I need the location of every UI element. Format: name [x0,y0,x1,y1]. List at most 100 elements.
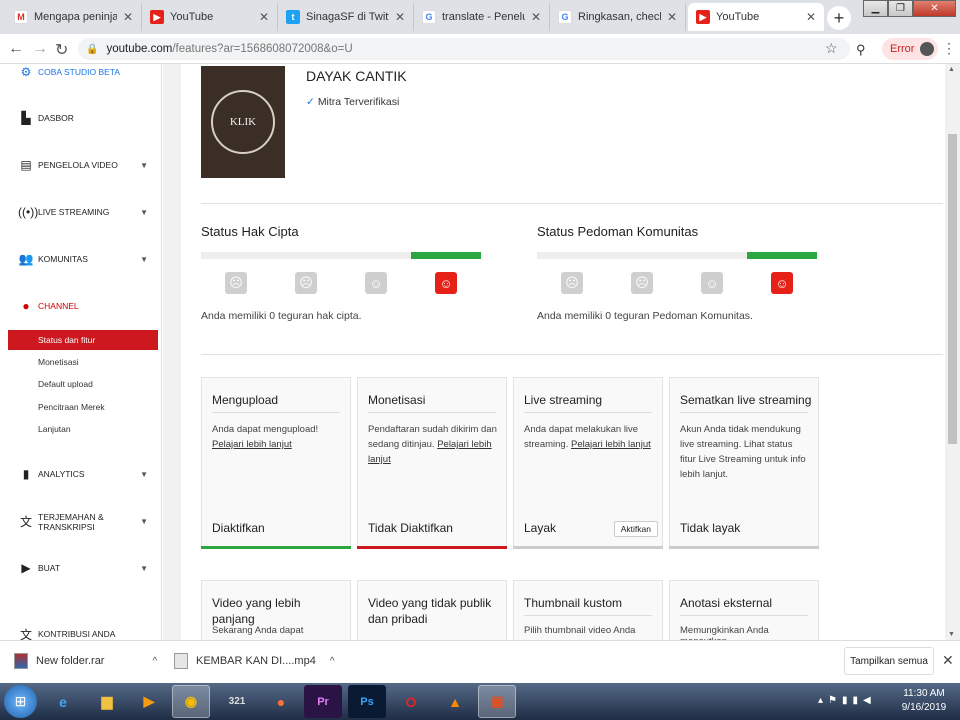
sidebar-sub-monetisasi[interactable]: Monetisasi [8,352,158,372]
scroll-down-icon[interactable]: ▼ [948,631,955,638]
download-item[interactable]: New folder.rar ^ [14,653,157,669]
card-desc-text: Anda dapat mengupload! [212,424,319,435]
ie-taskbar-icon[interactable]: e [44,685,82,718]
feature-card-sematkan-live: Sematkan live streaming Akun Anda tidak … [669,377,819,549]
happy-face-icon: ☺ [435,272,457,294]
meter-segment-active [747,252,817,259]
sidebar-item-coba-studio[interactable]: ⚙ COBA STUDIO BETA [0,64,161,82]
tab-twitter[interactable]: t SinagaSF di Twitter: "@T ✕ [278,3,414,31]
card-desc: Pendaftaran sudah dikirim dan sedang dit… [368,422,498,467]
close-icon[interactable]: ✕ [667,10,677,24]
extension-icon[interactable]: ⚲ [856,42,866,58]
card-desc: Sekarang Anda dapat [212,625,304,636]
sidebar-item-dasbor[interactable]: ▙ DASBOR [0,108,161,128]
close-icon[interactable]: ✕ [531,10,541,24]
window-controls: ▁ ❐ ✕ [863,0,956,18]
show-all-downloads-button[interactable]: Tampilkan semua [844,647,934,675]
twitter-icon: t [286,10,300,24]
sidebar-item-live-streaming[interactable]: ((•)) LIVE STREAMING ▼ [0,202,161,222]
meter-segment-active [411,252,481,259]
youtube-icon: ▶ [150,10,164,24]
sidebar-item-kontribusi[interactable]: 文 KONTRIBUSI ANDA [0,624,161,641]
reload-icon[interactable]: ↻ [55,40,68,60]
sidebar-item-analytics[interactable]: ▮ ANALYTICS ▼ [0,464,161,484]
clock-date: 9/16/2019 [901,702,947,713]
sidebar-sub-status-dan-fitur[interactable]: Status dan fitur [8,330,158,350]
forward-icon[interactable]: → [32,40,48,58]
close-icon[interactable]: ✕ [806,10,816,24]
chevron-up-icon[interactable]: ^ [152,656,157,667]
learn-more-link[interactable]: Pelajari lebih lanjut [571,439,651,450]
neutral-face-icon: ☹ [295,272,317,294]
chevron-up-icon[interactable]: ^ [330,656,335,667]
sidebar-item-komunitas[interactable]: 👥 KOMUNITAS ▼ [0,249,161,269]
close-icon[interactable]: ✕ [123,10,133,24]
sidebar-sub-pencitraan-merek[interactable]: Pencitraan Merek [8,397,158,417]
media-classic-taskbar-icon[interactable]: 321 [218,685,256,718]
tab-youtube-1[interactable]: ▶ YouTube ✕ [142,3,278,31]
neutral-face-icon: ☹ [631,272,653,294]
status-bar-red [357,546,507,549]
firefox-taskbar-icon[interactable]: ● [262,685,300,718]
sidebar-item-buat[interactable]: ▶ BUAT ▼ [0,558,161,578]
lock-icon: 🔒 [86,43,99,55]
studio-sidebar: ⚙ COBA STUDIO BETA ▙ DASBOR ▤ PENGELOLA … [0,64,162,640]
menu-kebab-icon[interactable]: ⋮ [942,40,956,57]
back-icon[interactable]: ← [8,40,24,58]
feature-card-video-tidak-publik: Video yang tidak publik dan pribadi [357,580,507,640]
minimize-button[interactable]: ▁ [863,0,888,17]
verified-badge: ✓ Mitra Terverifikasi [306,96,399,108]
browser-tab-bar: M Mengapa peninjauan ch ✕ ▶ YouTube ✕ t … [0,0,960,34]
feature-card-monetisasi: Monetisasi Pendaftaran sudah dikirim dan… [357,377,507,549]
sidebar-item-channel[interactable]: ● CHANNEL [0,296,161,316]
tab-google-ringkasan[interactable]: G Ringkasan, checklist peri ✕ [550,3,686,31]
sidebar-item-label: BUAT [38,563,61,573]
scroll-thumb[interactable] [948,134,957,444]
card-desc: Pilih thumbnail video Anda [524,625,636,636]
explorer-taskbar-icon[interactable]: ▆ [88,685,126,718]
chrome-taskbar-icon[interactable]: ◉ [172,685,210,718]
neutral-face-icon: ☺ [365,272,387,294]
youtube-icon: ▶ [696,10,710,24]
close-icon[interactable]: ✕ [259,10,269,24]
scroll-up-icon[interactable]: ▲ [948,66,955,73]
powerpoint-taskbar-icon[interactable]: ▣ [478,685,516,718]
live-icon: ((•)) [18,205,39,219]
meter-segment [537,252,607,259]
sidebar-item-terjemahan[interactable]: 文 TERJEMAHAN & TRANSKRIPSI ▼ [0,508,161,536]
start-button[interactable]: ⊞ [4,685,37,718]
media-player-taskbar-icon[interactable]: ▶ [130,685,168,718]
premiere-taskbar-icon[interactable]: Pr [304,685,342,718]
new-tab-button[interactable]: + [827,6,851,30]
rar-file-icon [14,653,28,669]
bookmark-star-icon[interactable]: ☆ [825,40,838,57]
close-icon[interactable]: ✕ [395,10,405,24]
taskbar-clock[interactable]: 11:30 AM 9/16/2019 [896,687,952,715]
vlc-taskbar-icon[interactable]: ▲ [436,685,474,718]
sidebar-item-label: KOMUNITAS [38,254,88,264]
photoshop-taskbar-icon[interactable]: Ps [348,685,386,718]
sidebar-item-pengelola-video[interactable]: ▤ PENGELOLA VIDEO ▼ [0,155,161,175]
download-item[interactable]: KEMBAR KAN DI....mp4 ^ [174,653,335,669]
profile-error-button[interactable]: Error [882,38,939,60]
activate-button[interactable]: Aktifkan [613,521,658,537]
window-close-button[interactable]: ✕ [913,0,956,17]
system-tray[interactable]: ▴⚑▮▮◀ [818,695,876,706]
sad-face-icon: ☹ [561,272,583,294]
maximize-button[interactable]: ❐ [888,0,913,17]
tab-title: translate - Penelusuran G [442,11,525,23]
feature-card-video-panjang: Video yang lebih panjang Sekarang Anda d… [201,580,351,640]
url-field[interactable]: 🔒 youtube.com/features?ar=1568608072008&… [78,38,850,60]
contribution-icon: 文 [19,627,32,641]
opera-taskbar-icon[interactable]: O [392,685,430,718]
sidebar-sub-lanjutan[interactable]: Lanjutan [8,419,158,439]
tab-youtube-active[interactable]: ▶ YouTube ✕ [688,3,824,31]
close-download-bar-icon[interactable]: ✕ [942,652,954,669]
chevron-down-icon: ▼ [140,517,148,526]
tab-google-translate[interactable]: G translate - Penelusuran G ✕ [414,3,550,31]
page-scrollbar[interactable]: ▲ ▼ [945,64,960,640]
copyright-faces: ☹ ☹ ☺ ☺ [201,272,481,294]
tab-gmail[interactable]: M Mengapa peninjauan ch ✕ [6,3,142,31]
learn-more-link[interactable]: Pelajari lebih lanjut [212,439,292,450]
sidebar-sub-default-upload[interactable]: Default upload [8,374,158,394]
